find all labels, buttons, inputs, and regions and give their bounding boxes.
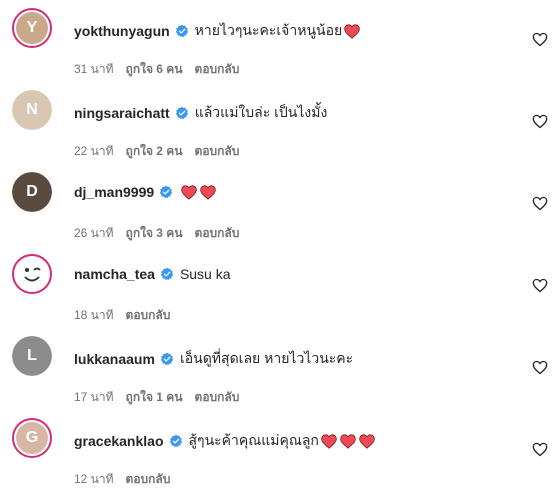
likes-count-link[interactable]: ถูกใจ 6 คน bbox=[126, 62, 183, 76]
heart-outline-icon[interactable] bbox=[532, 114, 548, 129]
verified-badge-icon bbox=[159, 185, 173, 199]
verified-badge-icon bbox=[160, 267, 174, 281]
username-link[interactable]: ningsaraichatt bbox=[74, 105, 170, 121]
reply-button[interactable]: ตอบกลับ bbox=[195, 226, 240, 240]
comment-timestamp[interactable]: 22 นาที bbox=[74, 144, 114, 158]
username-link[interactable]: lukkanaaum bbox=[74, 351, 155, 367]
comment-item: Ggracekanklao สู้ๆนะค้าคุณแม่คุณลูก 12 นาท… bbox=[0, 418, 560, 500]
username-link[interactable]: namcha_tea bbox=[74, 266, 155, 282]
likes-count-link[interactable]: ถูกใจ 2 คน bbox=[126, 144, 183, 158]
heart-emojis bbox=[181, 184, 216, 200]
red-heart-emoji-icon bbox=[344, 23, 360, 39]
avatar-image: D bbox=[12, 172, 52, 212]
comment-timestamp[interactable]: 17 นาที bbox=[74, 390, 114, 404]
avatar[interactable] bbox=[12, 254, 52, 294]
avatar[interactable]: G bbox=[12, 418, 52, 458]
comment-timestamp[interactable]: 26 นาที bbox=[74, 226, 114, 240]
comment-text: เอ็นดูที่สุดเลย หายไวไวนะคะ bbox=[179, 350, 354, 366]
avatar-image bbox=[16, 258, 48, 290]
comment-body: dj_man9999 bbox=[74, 184, 216, 200]
reply-button[interactable]: ตอบกลับ bbox=[195, 144, 240, 158]
likes-count-link[interactable]: ถูกใจ 1 คน bbox=[126, 390, 183, 404]
red-heart-emoji-icon bbox=[321, 433, 337, 449]
avatar[interactable]: Y bbox=[12, 8, 52, 48]
avatar-image: G bbox=[16, 422, 48, 454]
avatar-image: L bbox=[12, 336, 52, 376]
comment-timestamp[interactable]: 18 นาที bbox=[74, 308, 114, 322]
heart-outline-icon[interactable] bbox=[532, 360, 548, 375]
username-link[interactable]: dj_man9999 bbox=[74, 184, 154, 200]
comments-list: Yyokthunyagun หายไวๆนะคะเจ้าหนูน้อย 31 นาท… bbox=[0, 0, 560, 490]
heart-outline-icon[interactable] bbox=[532, 196, 548, 211]
comment-timestamp[interactable]: 31 นาที bbox=[74, 62, 114, 76]
comment-text: สู้ๆนะค้าคุณแม่คุณลูก bbox=[188, 432, 319, 448]
comment-meta: 22 นาที ถูกใจ 2 คน ตอบกลับ bbox=[74, 142, 251, 161]
verified-badge-icon bbox=[160, 352, 174, 366]
red-heart-emoji-icon bbox=[200, 184, 216, 200]
comment-body: ningsaraichatt แล้วแม่ใบล่ะ เป็นไงมั้ง bbox=[74, 102, 327, 124]
reply-button[interactable]: ตอบกลับ bbox=[126, 472, 171, 486]
red-heart-emoji-icon bbox=[359, 433, 375, 449]
comment-text: หายไวๆนะคะเจ้าหนูน้อย bbox=[194, 22, 343, 38]
comment-text: Susu ka bbox=[179, 266, 231, 282]
username-link[interactable]: yokthunyagun bbox=[74, 23, 170, 39]
username-link[interactable]: gracekanklao bbox=[74, 433, 164, 449]
reply-button[interactable]: ตอบกลับ bbox=[195, 390, 240, 404]
heart-outline-icon[interactable] bbox=[532, 442, 548, 457]
verified-badge-icon bbox=[175, 24, 189, 38]
comment-item: Llukkanaaum เอ็นดูที่สุดเลย หายไวไวนะคะ 17… bbox=[0, 336, 560, 418]
verified-badge-icon bbox=[169, 434, 183, 448]
red-heart-emoji-icon bbox=[181, 184, 197, 200]
avatar[interactable]: L bbox=[12, 336, 52, 376]
comment-timestamp[interactable]: 12 นาที bbox=[74, 472, 114, 486]
reply-button[interactable]: ตอบกลับ bbox=[126, 308, 171, 322]
comment-meta: 17 นาที ถูกใจ 1 คน ตอบกลับ bbox=[74, 388, 251, 407]
comment-meta: 12 นาที ตอบกลับ bbox=[74, 470, 182, 489]
avatar[interactable]: N bbox=[12, 90, 52, 130]
comment-item: Ddj_man9999 26 นาที ถูกใจ 3 คน ตอบกลับ bbox=[0, 172, 560, 254]
likes-count-link[interactable]: ถูกใจ 3 คน bbox=[126, 226, 183, 240]
heart-emojis bbox=[321, 433, 375, 449]
reply-button[interactable]: ตอบกลับ bbox=[195, 62, 240, 76]
comment-text: แล้วแม่ใบล่ะ เป็นไงมั้ง bbox=[194, 104, 328, 120]
comment-item: namcha_tea Susu ka 18 นาที ตอบกลับ bbox=[0, 254, 560, 336]
comment-body: lukkanaaum เอ็นดูที่สุดเลย หายไวไวนะคะ bbox=[74, 348, 353, 370]
red-heart-emoji-icon bbox=[340, 433, 356, 449]
comment-item: Yyokthunyagun หายไวๆนะคะเจ้าหนูน้อย 31 นาท… bbox=[0, 8, 560, 90]
heart-emojis bbox=[344, 23, 360, 39]
avatar-image: Y bbox=[16, 12, 48, 44]
comment-body: gracekanklao สู้ๆนะค้าคุณแม่คุณลูก bbox=[74, 430, 375, 452]
avatar[interactable]: D bbox=[12, 172, 52, 212]
comment-meta: 26 นาที ถูกใจ 3 คน ตอบกลับ bbox=[74, 224, 251, 243]
verified-badge-icon bbox=[175, 106, 189, 120]
comment-meta: 31 นาที ถูกใจ 6 คน ตอบกลับ bbox=[74, 60, 251, 79]
comment-meta: 18 นาที ตอบกลับ bbox=[74, 306, 182, 325]
comment-body: yokthunyagun หายไวๆนะคะเจ้าหนูน้อย bbox=[74, 20, 360, 42]
comment-body: namcha_tea Susu ka bbox=[74, 266, 231, 282]
heart-outline-icon[interactable] bbox=[532, 32, 548, 47]
comment-item: Nningsaraichatt แล้วแม่ใบล่ะ เป็นไงมั้ง 22… bbox=[0, 90, 560, 172]
heart-outline-icon[interactable] bbox=[532, 278, 548, 293]
avatar-image: N bbox=[12, 90, 52, 130]
